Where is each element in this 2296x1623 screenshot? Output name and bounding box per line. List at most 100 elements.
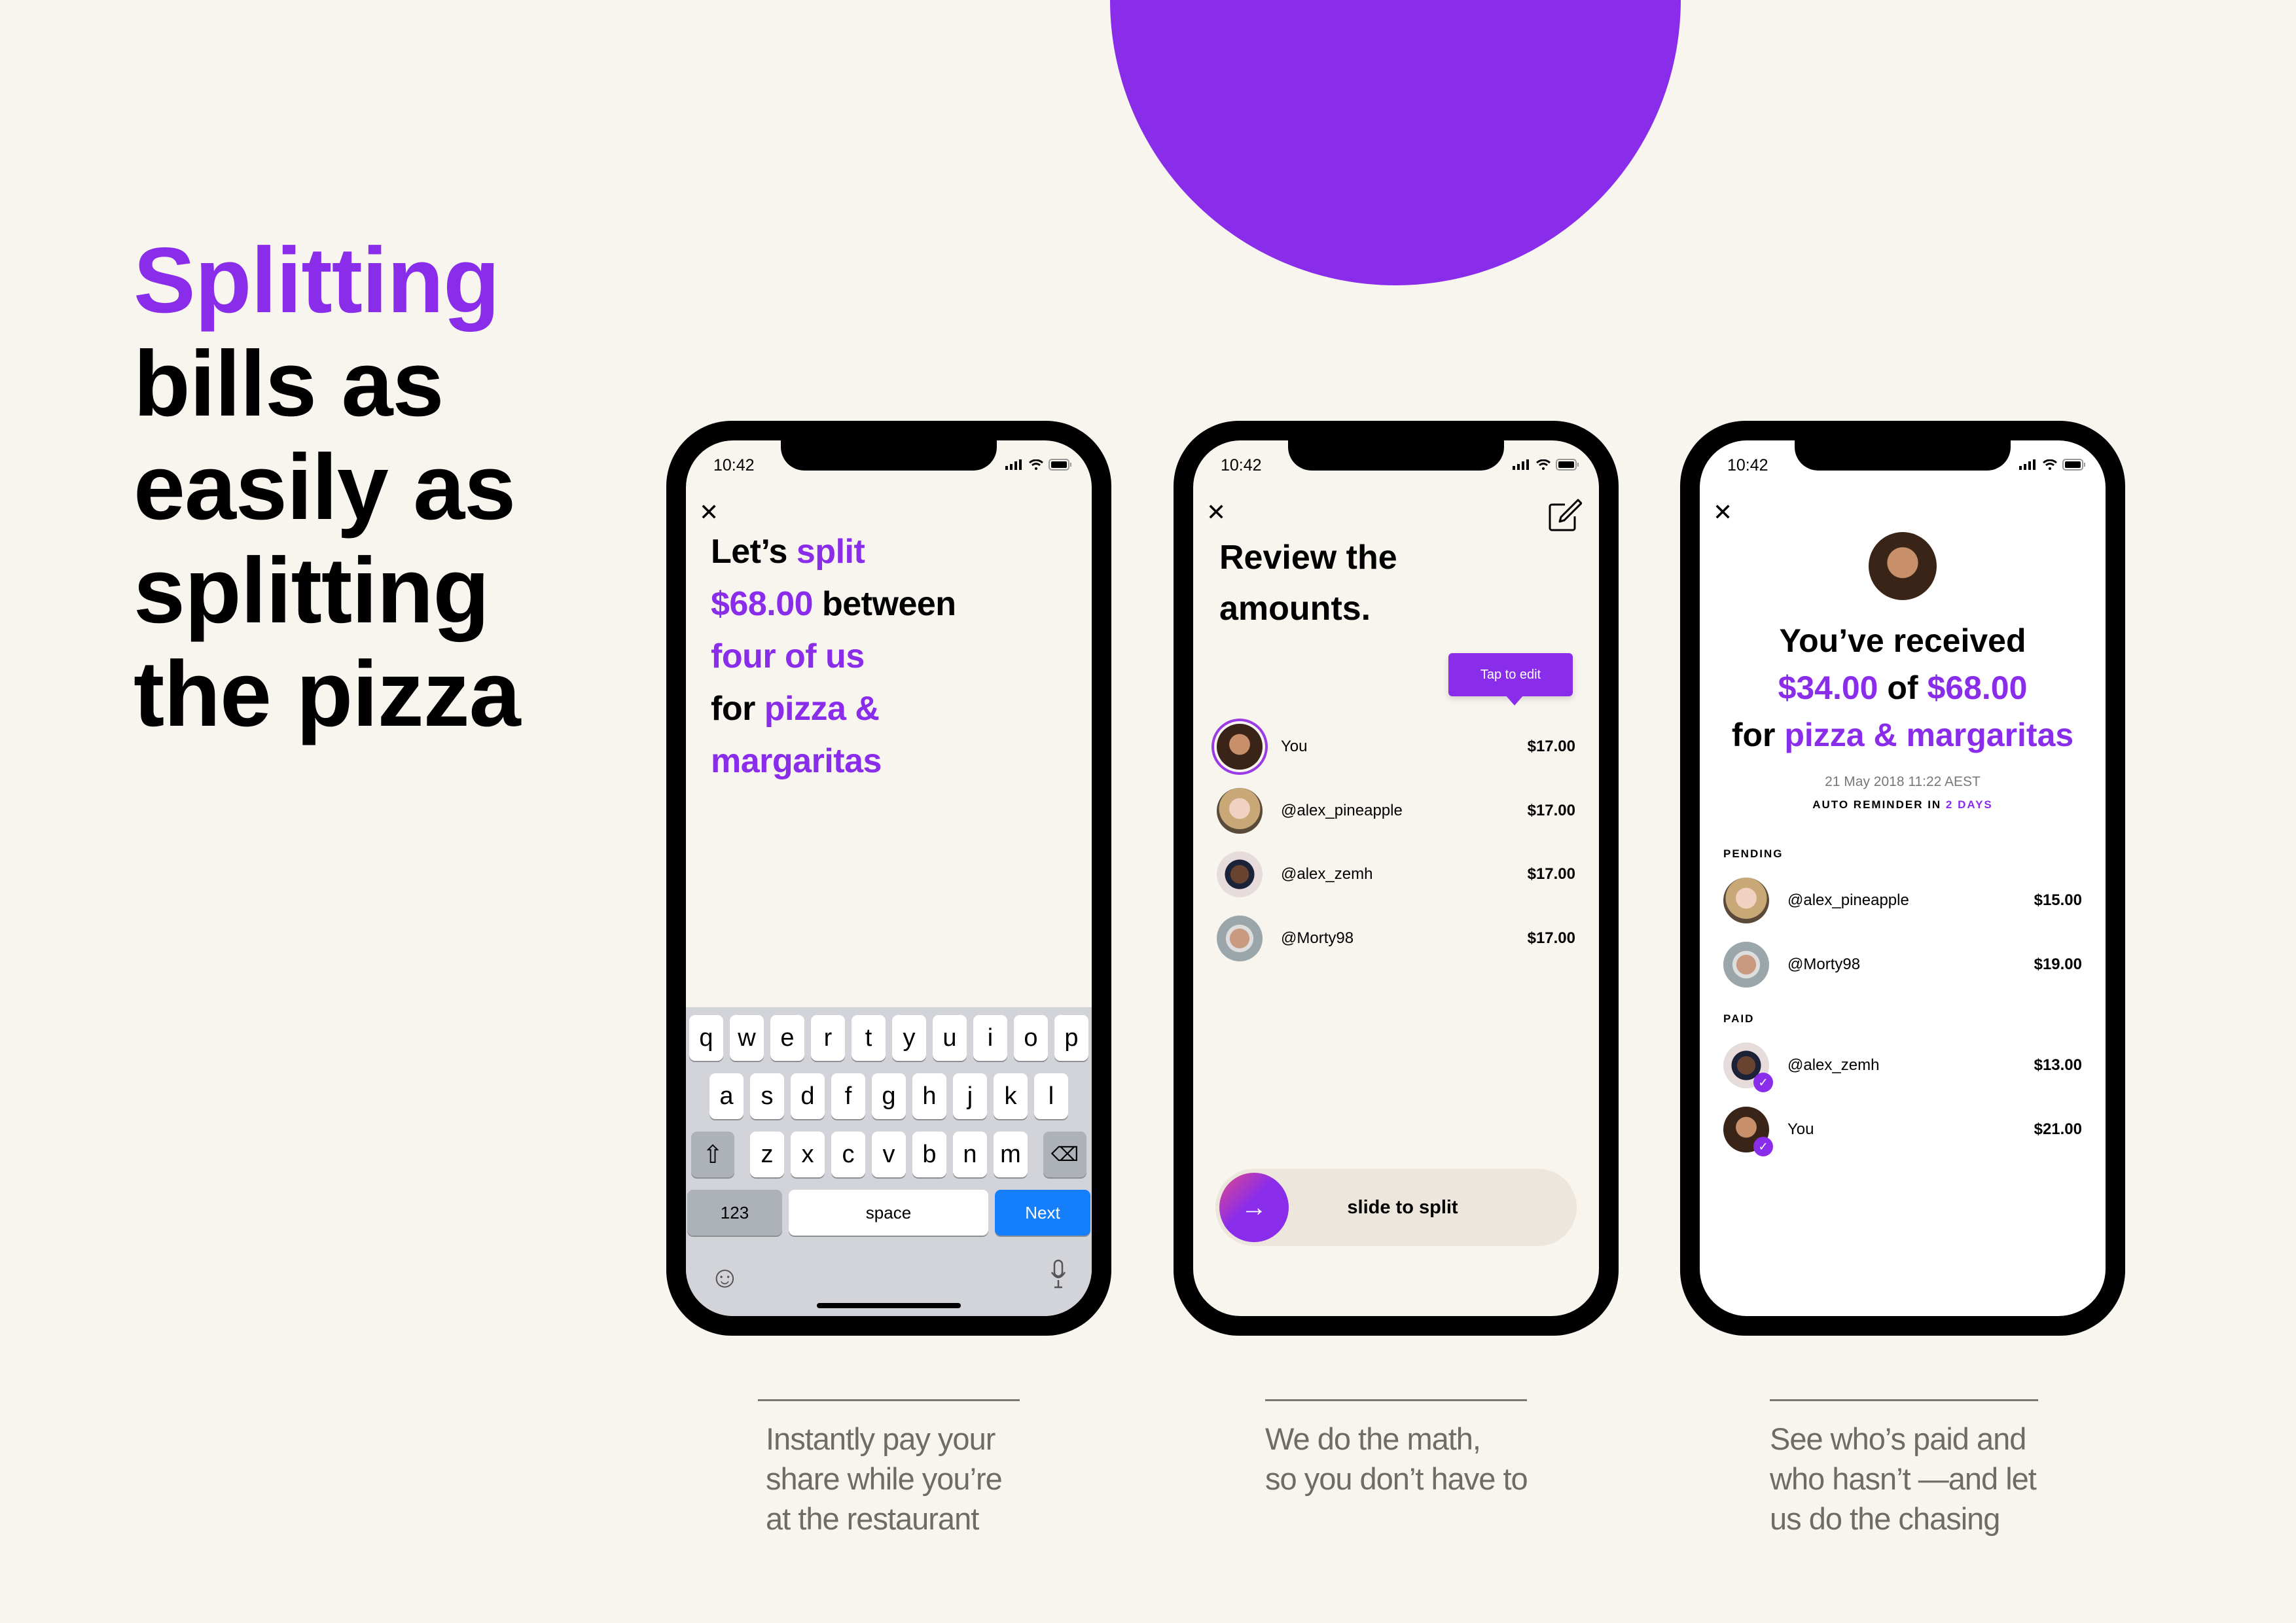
key-u[interactable]: u [933,1015,967,1061]
member-name: @Morty98 [1787,955,1861,973]
battery-icon [2062,459,2085,471]
key-w[interactable]: w [730,1015,764,1061]
shift-key[interactable]: ⇧ [691,1132,734,1177]
numbers-key[interactable]: 123 [687,1190,782,1236]
key-z[interactable]: z [750,1132,784,1177]
message-text: Let’s [711,533,797,571]
key-b[interactable]: b [912,1132,946,1177]
key-l[interactable]: l [1034,1073,1068,1119]
list-item[interactable]: @alex_pineapple $15.00 [1723,874,2082,927]
key-t[interactable]: t [852,1015,886,1061]
key-d[interactable]: d [791,1073,825,1119]
member-name: You [1787,1120,1814,1138]
page-title: Review the amounts. [1219,532,1397,634]
list-item[interactable]: @alex_pineapple $17.00 [1217,785,1575,837]
signal-icon [1513,459,1529,470]
status-time: 10:42 [713,456,755,474]
key-p[interactable]: p [1054,1015,1088,1061]
space-key[interactable]: space [789,1190,988,1236]
phone-received-status: 10:42 ✕ You’ve received $34.00 of $68.00… [1680,421,2125,1336]
of-text: of [1878,669,1928,706]
slider-knob[interactable]: → [1219,1173,1289,1242]
notch [1288,440,1504,471]
paid-check-icon: ✓ [1753,1073,1773,1092]
backspace-key[interactable]: ⌫ [1043,1132,1086,1177]
auto-reminder: AUTO REMINDER IN 2 DAYS [1700,798,2106,812]
for-text: for [1731,717,1785,753]
key-f[interactable]: f [831,1073,865,1119]
battery-icon [1556,459,1579,471]
avatar [1723,942,1769,988]
key-m[interactable]: m [994,1132,1028,1177]
next-key[interactable]: Next [995,1190,1090,1236]
headline-line: easily as [134,435,516,539]
caption-divider [1770,1399,2038,1401]
caption-line: We do the math, [1265,1421,1481,1456]
list-item[interactable]: @Morty98 $17.00 [1217,912,1575,965]
key-y[interactable]: y [892,1015,926,1061]
list-item[interactable]: @alex_zemh $17.00 [1217,848,1575,901]
member-name: @Morty98 [1281,929,1354,947]
list-item[interactable]: ✓ You $21.00 [1723,1103,2082,1156]
message-highlight: split [796,533,865,571]
list-item[interactable]: ✓ @alex_zemh $13.00 [1723,1039,2082,1092]
key-r[interactable]: r [811,1015,845,1061]
member-amount[interactable]: $17.00 [1528,929,1575,948]
key-k[interactable]: k [994,1073,1028,1119]
key-x[interactable]: x [791,1132,825,1177]
keyboard-row: 123 space Next [686,1190,1092,1236]
keyboard: qwertyuiop asdfghjkl ⇧ z x c v b n m ⌫ 123 space… [686,1007,1092,1316]
member-name: @alex_pineapple [1281,802,1403,819]
key-a[interactable]: a [709,1073,744,1119]
arrow-right-icon: → [1241,1192,1267,1222]
key-i[interactable]: i [973,1015,1007,1061]
key-s[interactable]: s [750,1073,784,1119]
emoji-icon[interactable]: ☺ [709,1259,740,1294]
phone-split-input: 10:42 ✕ Let’s split $68.00 between four of… [666,421,1111,1336]
key-q[interactable]: q [689,1015,723,1061]
title-line: Review the [1219,539,1397,577]
message-highlight: four of us [711,637,865,675]
key-j[interactable]: j [953,1073,987,1119]
key-c[interactable]: c [831,1132,865,1177]
avatar [1217,916,1263,961]
key-n[interactable]: n [953,1132,987,1177]
received-amount: $34.00 [1778,669,1878,706]
key-o[interactable]: o [1014,1015,1048,1061]
member-amount[interactable]: $17.00 [1528,738,1575,756]
key-g[interactable]: g [872,1073,906,1119]
home-indicator [817,1303,961,1308]
section-pending: PENDING [1723,847,1784,860]
member-name: @alex_pineapple [1787,891,1909,909]
message-line: margaritas [711,735,956,787]
member-amount[interactable]: $17.00 [1528,802,1575,820]
headline: Splitting bills as easily as splitting t… [134,229,521,746]
close-icon[interactable]: ✕ [1206,501,1226,524]
caption-line: See who’s paid and [1770,1421,2026,1456]
notch [781,440,997,471]
microphone-icon[interactable] [1050,1259,1067,1289]
avatar [1869,532,1937,600]
key-h[interactable]: h [912,1073,946,1119]
list-item[interactable]: You $17.00 [1217,721,1575,773]
paid-check-icon: ✓ [1753,1137,1773,1156]
avatar [1723,878,1769,923]
member-amount: $21.00 [2034,1120,2082,1138]
member-amount[interactable]: $17.00 [1528,865,1575,883]
message-line: Let’s split [711,526,956,578]
close-icon[interactable]: ✕ [699,501,719,524]
avatar [1217,788,1263,834]
wifi-icon [2043,459,2057,470]
status-icons [1513,459,1579,471]
key-v[interactable]: v [872,1132,906,1177]
list-item[interactable]: @Morty98 $19.00 [1723,938,2082,991]
total-amount: $68.00 [1927,669,2028,706]
key-e[interactable]: e [770,1015,804,1061]
edit-icon[interactable] [1548,498,1582,532]
signal-icon [2019,459,2036,470]
keyboard-row: asdfghjkl [686,1073,1092,1119]
close-icon[interactable]: ✕ [1713,501,1732,524]
slide-to-split-slider[interactable]: slide to split → [1215,1169,1577,1246]
message-text: between [813,585,956,623]
battery-icon [1049,459,1071,471]
